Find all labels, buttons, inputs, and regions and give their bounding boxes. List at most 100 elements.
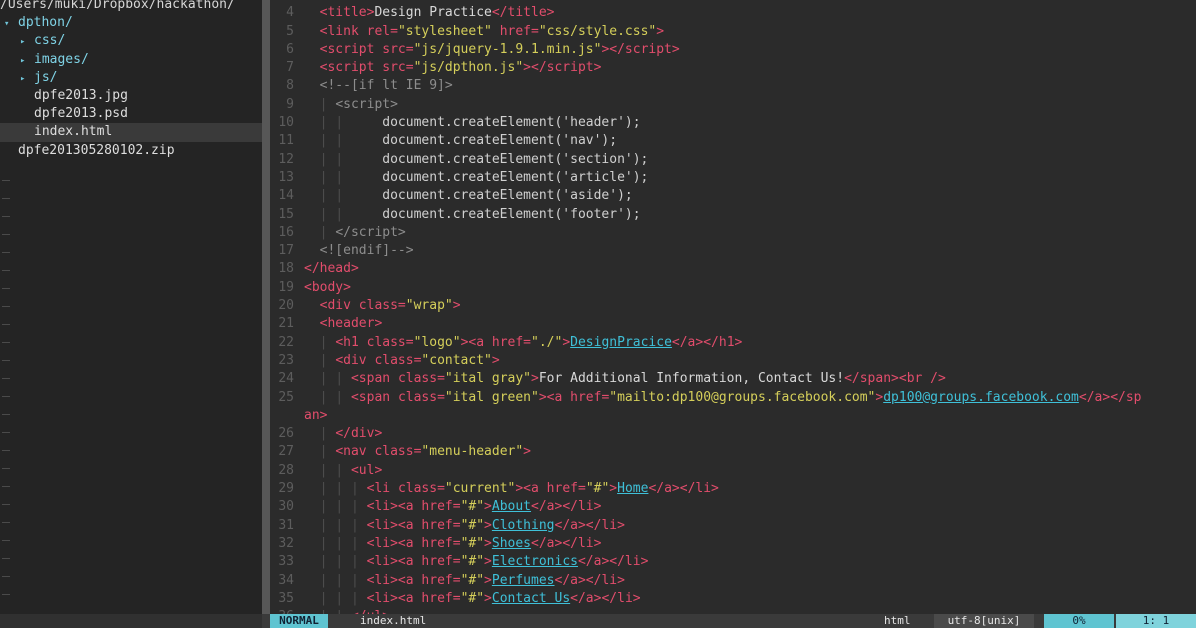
code-editor[interactable]: 3 <meta charset="UTF-8">4 <title>Design … [270, 0, 1196, 614]
line-content: | | document.createElement('nav'); [319, 133, 618, 149]
code-line[interactable]: 8 <!--[if lt IE 9]> [270, 77, 1196, 95]
chevron-right-icon[interactable]: ▸ [20, 33, 34, 51]
tree-file[interactable]: dpfe201305280102.zip [0, 142, 262, 160]
code-line[interactable]: 5 <link rel="stylesheet" href="css/style… [270, 23, 1196, 41]
code-line[interactable]: 19 <body> [270, 279, 1196, 297]
code-line[interactable]: an> [270, 407, 1196, 425]
line-number: 20 [278, 298, 294, 314]
chevron-right-icon[interactable]: ▸ [20, 70, 34, 88]
tree-file[interactable]: dpfe2013.jpg [0, 87, 262, 105]
line-number: 8 [286, 78, 294, 94]
line-number: 31 [278, 517, 294, 533]
code-line[interactable]: 4 <title>Design Practice</title> [270, 4, 1196, 22]
line-content: <meta charset="UTF-8"> [304, 0, 492, 2]
line-content: <title>Design Practice</title> [319, 5, 555, 21]
code-line[interactable]: 9 | <script> [270, 96, 1196, 114]
code-line[interactable]: 7 <script src="js/dpthon.js"></script> [270, 59, 1196, 77]
line-number: 12 [278, 151, 294, 167]
gutter-tick [2, 342, 10, 343]
code-line[interactable]: 16 | </script> [270, 224, 1196, 242]
line-number: 33 [278, 554, 294, 570]
tree-file[interactable]: index.html [0, 123, 262, 142]
code-line[interactable]: 17 <![endif]--> [270, 242, 1196, 260]
vertical-split-bar[interactable] [262, 0, 270, 614]
tree-file[interactable]: dpfe2013.psd [0, 105, 262, 123]
gutter-tick [2, 540, 10, 541]
vim-window: /Users/muki/Dropbox/hackathon/ ▾ dpthon/▸… [0, 0, 1196, 628]
code-line[interactable]: 29 | | | <li class="current"><a href="#"… [270, 480, 1196, 498]
tree-folder[interactable]: ▸ js/ [0, 69, 262, 87]
code-line[interactable]: 13 | | document.createElement('article')… [270, 169, 1196, 187]
gutter-tick [2, 396, 10, 397]
line-content: <body> [304, 279, 351, 295]
code-line[interactable]: 23 | <div class="contact"> [270, 352, 1196, 370]
gutter-tick [2, 378, 10, 379]
gutter-tick [2, 468, 10, 469]
sidebar-status [0, 614, 262, 628]
chevron-down-icon[interactable]: ▾ [4, 15, 18, 33]
line-content: | | <ul> [319, 462, 383, 478]
line-number: 11 [278, 133, 294, 149]
line-content: | | <span class="ital gray">For Addition… [319, 371, 946, 387]
line-content: | | document.createElement('section'); [319, 151, 649, 167]
line-content: an> [304, 407, 328, 423]
line-number: 28 [278, 462, 294, 478]
line-content: | | | <li><a href="#">Perfumes</a></li> [319, 572, 625, 588]
code-line[interactable]: 26 | </div> [270, 425, 1196, 443]
line-content: | | document.createElement('header'); [319, 115, 641, 131]
code-line[interactable]: 33 | | | <li><a href="#">Electronics</a>… [270, 553, 1196, 571]
code-line[interactable]: 25 | | <span class="ital green"><a href=… [270, 389, 1196, 407]
code-line[interactable]: 12 | | document.createElement('section')… [270, 151, 1196, 169]
tree-item-label: js/ [34, 69, 58, 85]
code-line[interactable]: 24 | | <span class="ital gray">For Addit… [270, 370, 1196, 388]
code-line[interactable]: 6 <script src="js/jquery-1.9.1.min.js"><… [270, 41, 1196, 59]
tree-root-path[interactable]: /Users/muki/Dropbox/hackathon/ [0, 0, 262, 14]
code-line[interactable]: 10 | | document.createElement('header'); [270, 114, 1196, 132]
line-content: | | document.createElement('footer'); [319, 206, 641, 222]
code-line[interactable]: 34 | | | <li><a href="#">Perfumes</a></l… [270, 572, 1196, 590]
code-line[interactable]: 27 | <nav class="menu-header"> [270, 443, 1196, 461]
code-line[interactable]: 30 | | | <li><a href="#">About</a></li> [270, 498, 1196, 516]
line-content: <link rel="stylesheet" href="css/style.c… [319, 23, 665, 39]
status-percent: 0% [1044, 614, 1114, 628]
code-line[interactable]: 28 | | <ul> [270, 462, 1196, 480]
gutter-tick [2, 324, 10, 325]
line-number: 35 [278, 590, 294, 606]
code-line[interactable]: 18 </head> [270, 260, 1196, 278]
line-content: | | | <li><a href="#">Electronics</a></l… [319, 554, 649, 570]
code-line[interactable]: 32 | | | <li><a href="#">Shoes</a></li> [270, 535, 1196, 553]
line-number: 23 [278, 352, 294, 368]
line-number: 24 [278, 371, 294, 387]
code-line[interactable]: 14 | | document.createElement('aside'); [270, 187, 1196, 205]
code-line[interactable]: 22 | <h1 class="logo"><a href="./">Desig… [270, 334, 1196, 352]
tree-item-label: dpfe2013.psd [34, 106, 128, 122]
code-line[interactable]: 35 | | | <li><a href="#">Contact Us</a><… [270, 590, 1196, 608]
line-number: 5 [286, 23, 294, 39]
tree-folder[interactable]: ▸ css/ [0, 32, 262, 50]
code-line[interactable]: 11 | | document.createElement('nav'); [270, 132, 1196, 150]
gutter-tick [2, 180, 10, 181]
gutter-tick [2, 450, 10, 451]
gutter-tick [2, 198, 10, 199]
line-number: 27 [278, 444, 294, 460]
tree-folder[interactable]: ▾ dpthon/ [0, 14, 262, 32]
line-content: | | document.createElement('article'); [319, 169, 649, 185]
line-number: 32 [278, 535, 294, 551]
gutter-tick [2, 594, 10, 595]
line-content: <script src="js/dpthon.js"></script> [319, 60, 602, 76]
mode-indicator: NORMAL [270, 614, 328, 628]
code-lines[interactable]: 3 <meta charset="UTF-8">4 <title>Design … [270, 0, 1196, 614]
gutter-tick [2, 216, 10, 217]
gutter-tick [2, 522, 10, 523]
code-line[interactable]: 31 | | | <li><a href="#">Clothing</a></l… [270, 517, 1196, 535]
line-number: 14 [278, 188, 294, 204]
code-line[interactable]: 21 <header> [270, 315, 1196, 333]
line-number: 7 [286, 60, 294, 76]
chevron-right-icon[interactable]: ▸ [20, 52, 34, 70]
tree-folder[interactable]: ▸ images/ [0, 51, 262, 69]
code-line[interactable]: 15 | | document.createElement('footer'); [270, 206, 1196, 224]
code-line[interactable]: 20 <div class="wrap"> [270, 297, 1196, 315]
tree-item-label: css/ [34, 33, 66, 49]
gutter-tick [2, 234, 10, 235]
gutter-tick [2, 576, 10, 577]
